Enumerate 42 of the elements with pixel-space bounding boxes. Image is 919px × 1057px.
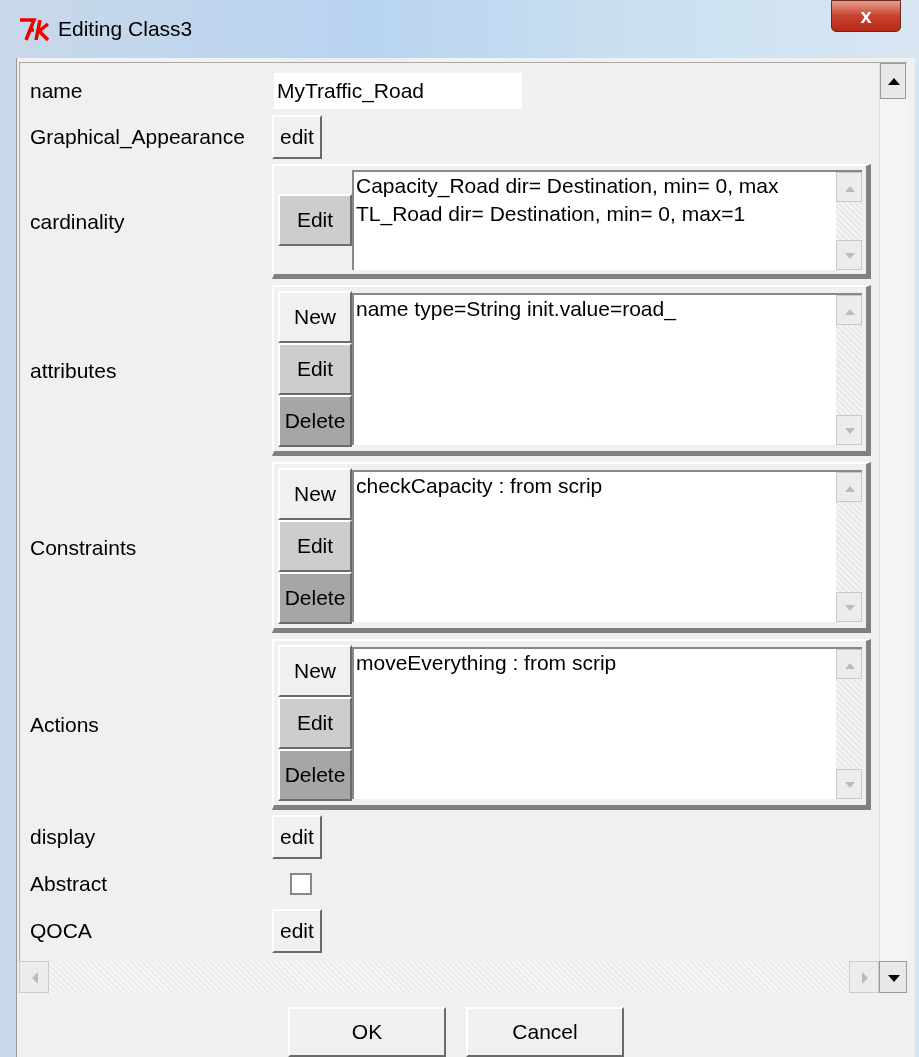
edit-button[interactable]: Edit	[278, 194, 352, 246]
field-label: QOCA	[29, 918, 93, 945]
field-label: cardinality	[29, 208, 126, 235]
list-box[interactable]: moveEverything : from scrip	[352, 647, 862, 799]
list-entry[interactable]: name type=String init.value=road_	[356, 295, 834, 323]
delete-button[interactable]: Delete	[278, 395, 352, 447]
new-button[interactable]: New	[278, 291, 352, 343]
edit-button[interactable]: edit	[272, 815, 322, 859]
scroll-left-icon[interactable]	[19, 961, 49, 993]
edit-button[interactable]: edit	[272, 115, 322, 159]
dialog-button[interactable]: OK	[288, 1007, 446, 1057]
text-field[interactable]: MyTraffic_Road	[274, 73, 522, 109]
new-button[interactable]: New	[278, 645, 352, 697]
dialog-button[interactable]: Cancel	[466, 1007, 624, 1057]
scroll-up-icon[interactable]	[880, 63, 906, 99]
app-logo-icon	[18, 16, 52, 42]
delete-button[interactable]: Delete	[278, 749, 352, 801]
edit-button[interactable]: Edit	[278, 343, 352, 395]
field-label: Abstract	[29, 871, 109, 898]
list-entry[interactable]: moveEverything : from scrip	[356, 649, 834, 677]
list-box[interactable]: Capacity_Road dir= Destination, min= 0, max TL_Road dir= Destination, min= 0, max=1	[352, 170, 862, 270]
field-label: attributes	[29, 357, 118, 384]
scroll-down-icon[interactable]	[879, 961, 907, 993]
scrollbar[interactable]	[879, 63, 907, 961]
field-label: Actions	[29, 711, 100, 738]
edit-button[interactable]: Edit	[278, 697, 352, 749]
edit-button[interactable]: Edit	[278, 520, 352, 572]
list-box[interactable]: checkCapacity : from scrip	[352, 470, 862, 622]
list-entry[interactable]: Capacity_Road dir= Destination, min= 0, max	[356, 172, 834, 200]
edit-button[interactable]: edit	[272, 909, 322, 953]
window-title: Editing Class3	[58, 16, 193, 43]
field-label: name	[29, 78, 84, 105]
delete-button[interactable]: Delete	[278, 572, 352, 624]
list-entry[interactable]: TL_Road dir= Destination, min= 0, max=1	[356, 200, 834, 228]
field-label: display	[29, 824, 97, 851]
checkbox[interactable]	[290, 873, 312, 895]
new-button[interactable]: New	[278, 468, 352, 520]
field-label: Graphical_Appearance	[29, 124, 246, 151]
close-button[interactable]: x	[831, 0, 901, 32]
list-box[interactable]: name type=String init.value=road_	[352, 293, 862, 445]
field-label: Constraints	[29, 534, 138, 561]
list-entry[interactable]: checkCapacity : from scrip	[356, 472, 834, 500]
